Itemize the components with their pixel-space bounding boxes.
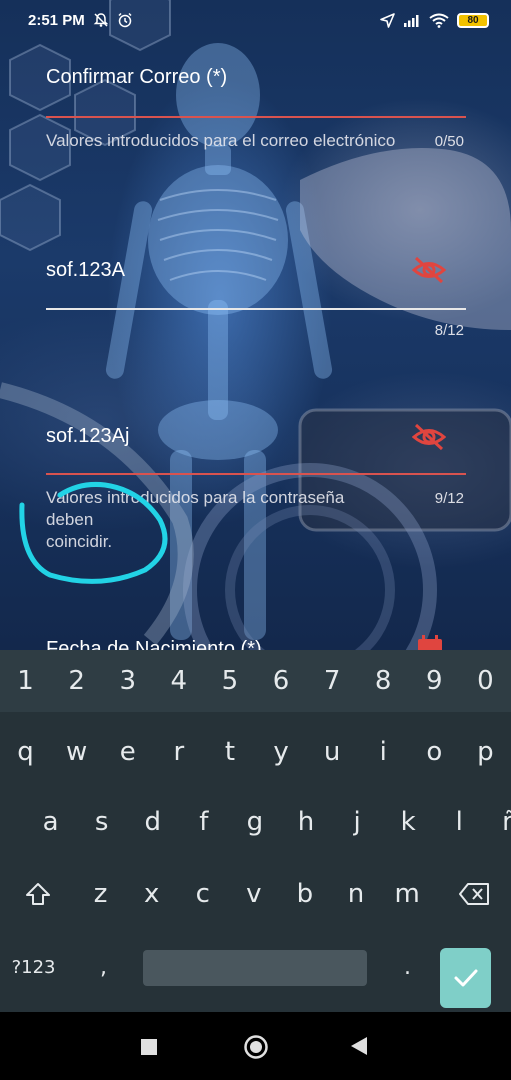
key-u[interactable]: u [307,722,358,782]
key-4[interactable]: 4 [153,650,204,712]
key-7[interactable]: 7 [307,650,358,712]
bottom-row: ?123 , . [0,937,511,1008]
key-x[interactable]: x [126,864,177,924]
comma-key[interactable]: , [78,937,129,997]
key-n[interactable]: n [330,864,381,924]
shift-icon [25,883,50,905]
shift-key[interactable] [0,864,75,924]
key-e[interactable]: e [102,722,153,782]
period-key[interactable]: . [382,937,433,997]
key-j[interactable]: j [332,792,383,852]
key-r[interactable]: r [153,722,204,782]
key-t[interactable]: t [204,722,255,782]
key-y[interactable]: y [255,722,306,782]
key-p[interactable]: p [460,722,511,782]
space-key[interactable] [143,950,367,986]
key-h[interactable]: h [280,792,331,852]
check-icon [454,969,478,987]
letter-row-1: qwertyuiop [0,722,511,782]
key-w[interactable]: w [51,722,102,782]
back-button[interactable] [350,1036,368,1056]
key-d[interactable]: d [127,792,178,852]
home-circle-icon [244,1035,268,1059]
backspace-icon [458,883,489,905]
recents-square-icon [141,1039,157,1055]
backspace-key[interactable] [433,864,511,924]
key-b[interactable]: b [279,864,330,924]
navigation-bar [0,1012,511,1080]
soft-keyboard: 1234567890 qwertyuiop asdfghjklñ zxcvbnm… [0,650,511,1012]
symbols-key[interactable]: ?123 [8,937,59,997]
recents-button[interactable] [140,1038,158,1056]
number-row: 1234567890 [0,650,511,712]
key-0[interactable]: 0 [460,650,511,712]
back-triangle-icon [351,1037,367,1055]
letter-keys: zxcvbnm [75,864,433,924]
key-9[interactable]: 9 [409,650,460,712]
home-button[interactable] [243,1034,269,1060]
key-i[interactable]: i [358,722,409,782]
key-l[interactable]: l [434,792,485,852]
key-m[interactable]: m [382,864,433,924]
key-o[interactable]: o [409,722,460,782]
key-ñ[interactable]: ñ [485,792,511,852]
letter-row-3: zxcvbnm [0,864,511,924]
key-1[interactable]: 1 [0,650,51,712]
key-s[interactable]: s [76,792,127,852]
key-z[interactable]: z [75,864,126,924]
key-8[interactable]: 8 [358,650,409,712]
key-2[interactable]: 2 [51,650,102,712]
key-k[interactable]: k [383,792,434,852]
key-a[interactable]: a [25,792,76,852]
key-g[interactable]: g [229,792,280,852]
key-v[interactable]: v [228,864,279,924]
key-6[interactable]: 6 [255,650,306,712]
key-5[interactable]: 5 [204,650,255,712]
enter-key[interactable] [440,948,492,1008]
key-f[interactable]: f [178,792,229,852]
key-q[interactable]: q [0,722,51,782]
key-3[interactable]: 3 [102,650,153,712]
key-c[interactable]: c [177,864,228,924]
annotation-circle [19,482,168,584]
letter-row-2: asdfghjklñ [25,792,511,852]
